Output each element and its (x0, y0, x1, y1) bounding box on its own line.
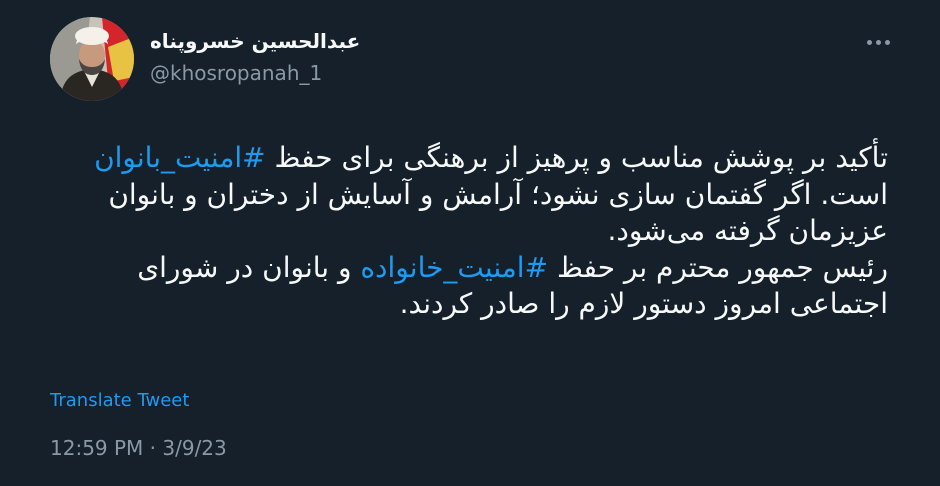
tweet-text: تأکید بر پوشش مناسب و پرهیز از برهنگی بر… (48, 140, 888, 323)
tweet-text-line: عزیزمان گرفته می‌شود. (607, 214, 888, 247)
more-horizontal-icon (866, 39, 872, 45)
tweet-text-segment: رئیس جمهور محترم بر حفظ (548, 250, 888, 284)
tweet-text-segment: و بانوان در شورای (137, 250, 361, 284)
tweet-timestamp[interactable]: 12:59 PM · 3/9/23 (50, 435, 227, 461)
author-avatar[interactable] (50, 17, 134, 101)
tweet-card: عبدالحسین خسروپناه @khosropanah_1 تأکید … (0, 0, 940, 486)
tweet-text-segment: تأکید بر پوشش مناسب و پرهیز از برهنگی بر… (265, 141, 888, 174)
tweet-text-line: اجتماعی امروز دستور لازم را صادر کردند. (399, 287, 888, 320)
tweet-text-line: است. اگر گفتمان سازی نشود؛ آرامش و آسایش… (108, 177, 888, 211)
avatar-portrait-image (50, 17, 134, 101)
hashtag-link[interactable]: #امنیت_خانواده (360, 251, 548, 284)
more-options-button[interactable] (858, 28, 898, 56)
translate-tweet-link[interactable]: Translate Tweet (50, 389, 189, 413)
author-display-name[interactable]: عبدالحسین خسروپناه (150, 28, 360, 54)
hashtag-link[interactable]: #امنیت_بانوان (94, 141, 266, 174)
tweet-text-line: تأکید بر پوشش مناسب و پرهیز از برهنگی بر… (48, 140, 888, 177)
tweet-text-line: رئیس جمهور محترم بر حفظ #امنیت_خانواده و… (48, 250, 888, 287)
more-horizontal-icon-dot (875, 39, 881, 45)
author-handle[interactable]: @khosropanah_1 (150, 60, 322, 86)
more-horizontal-icon-dot (884, 39, 890, 45)
